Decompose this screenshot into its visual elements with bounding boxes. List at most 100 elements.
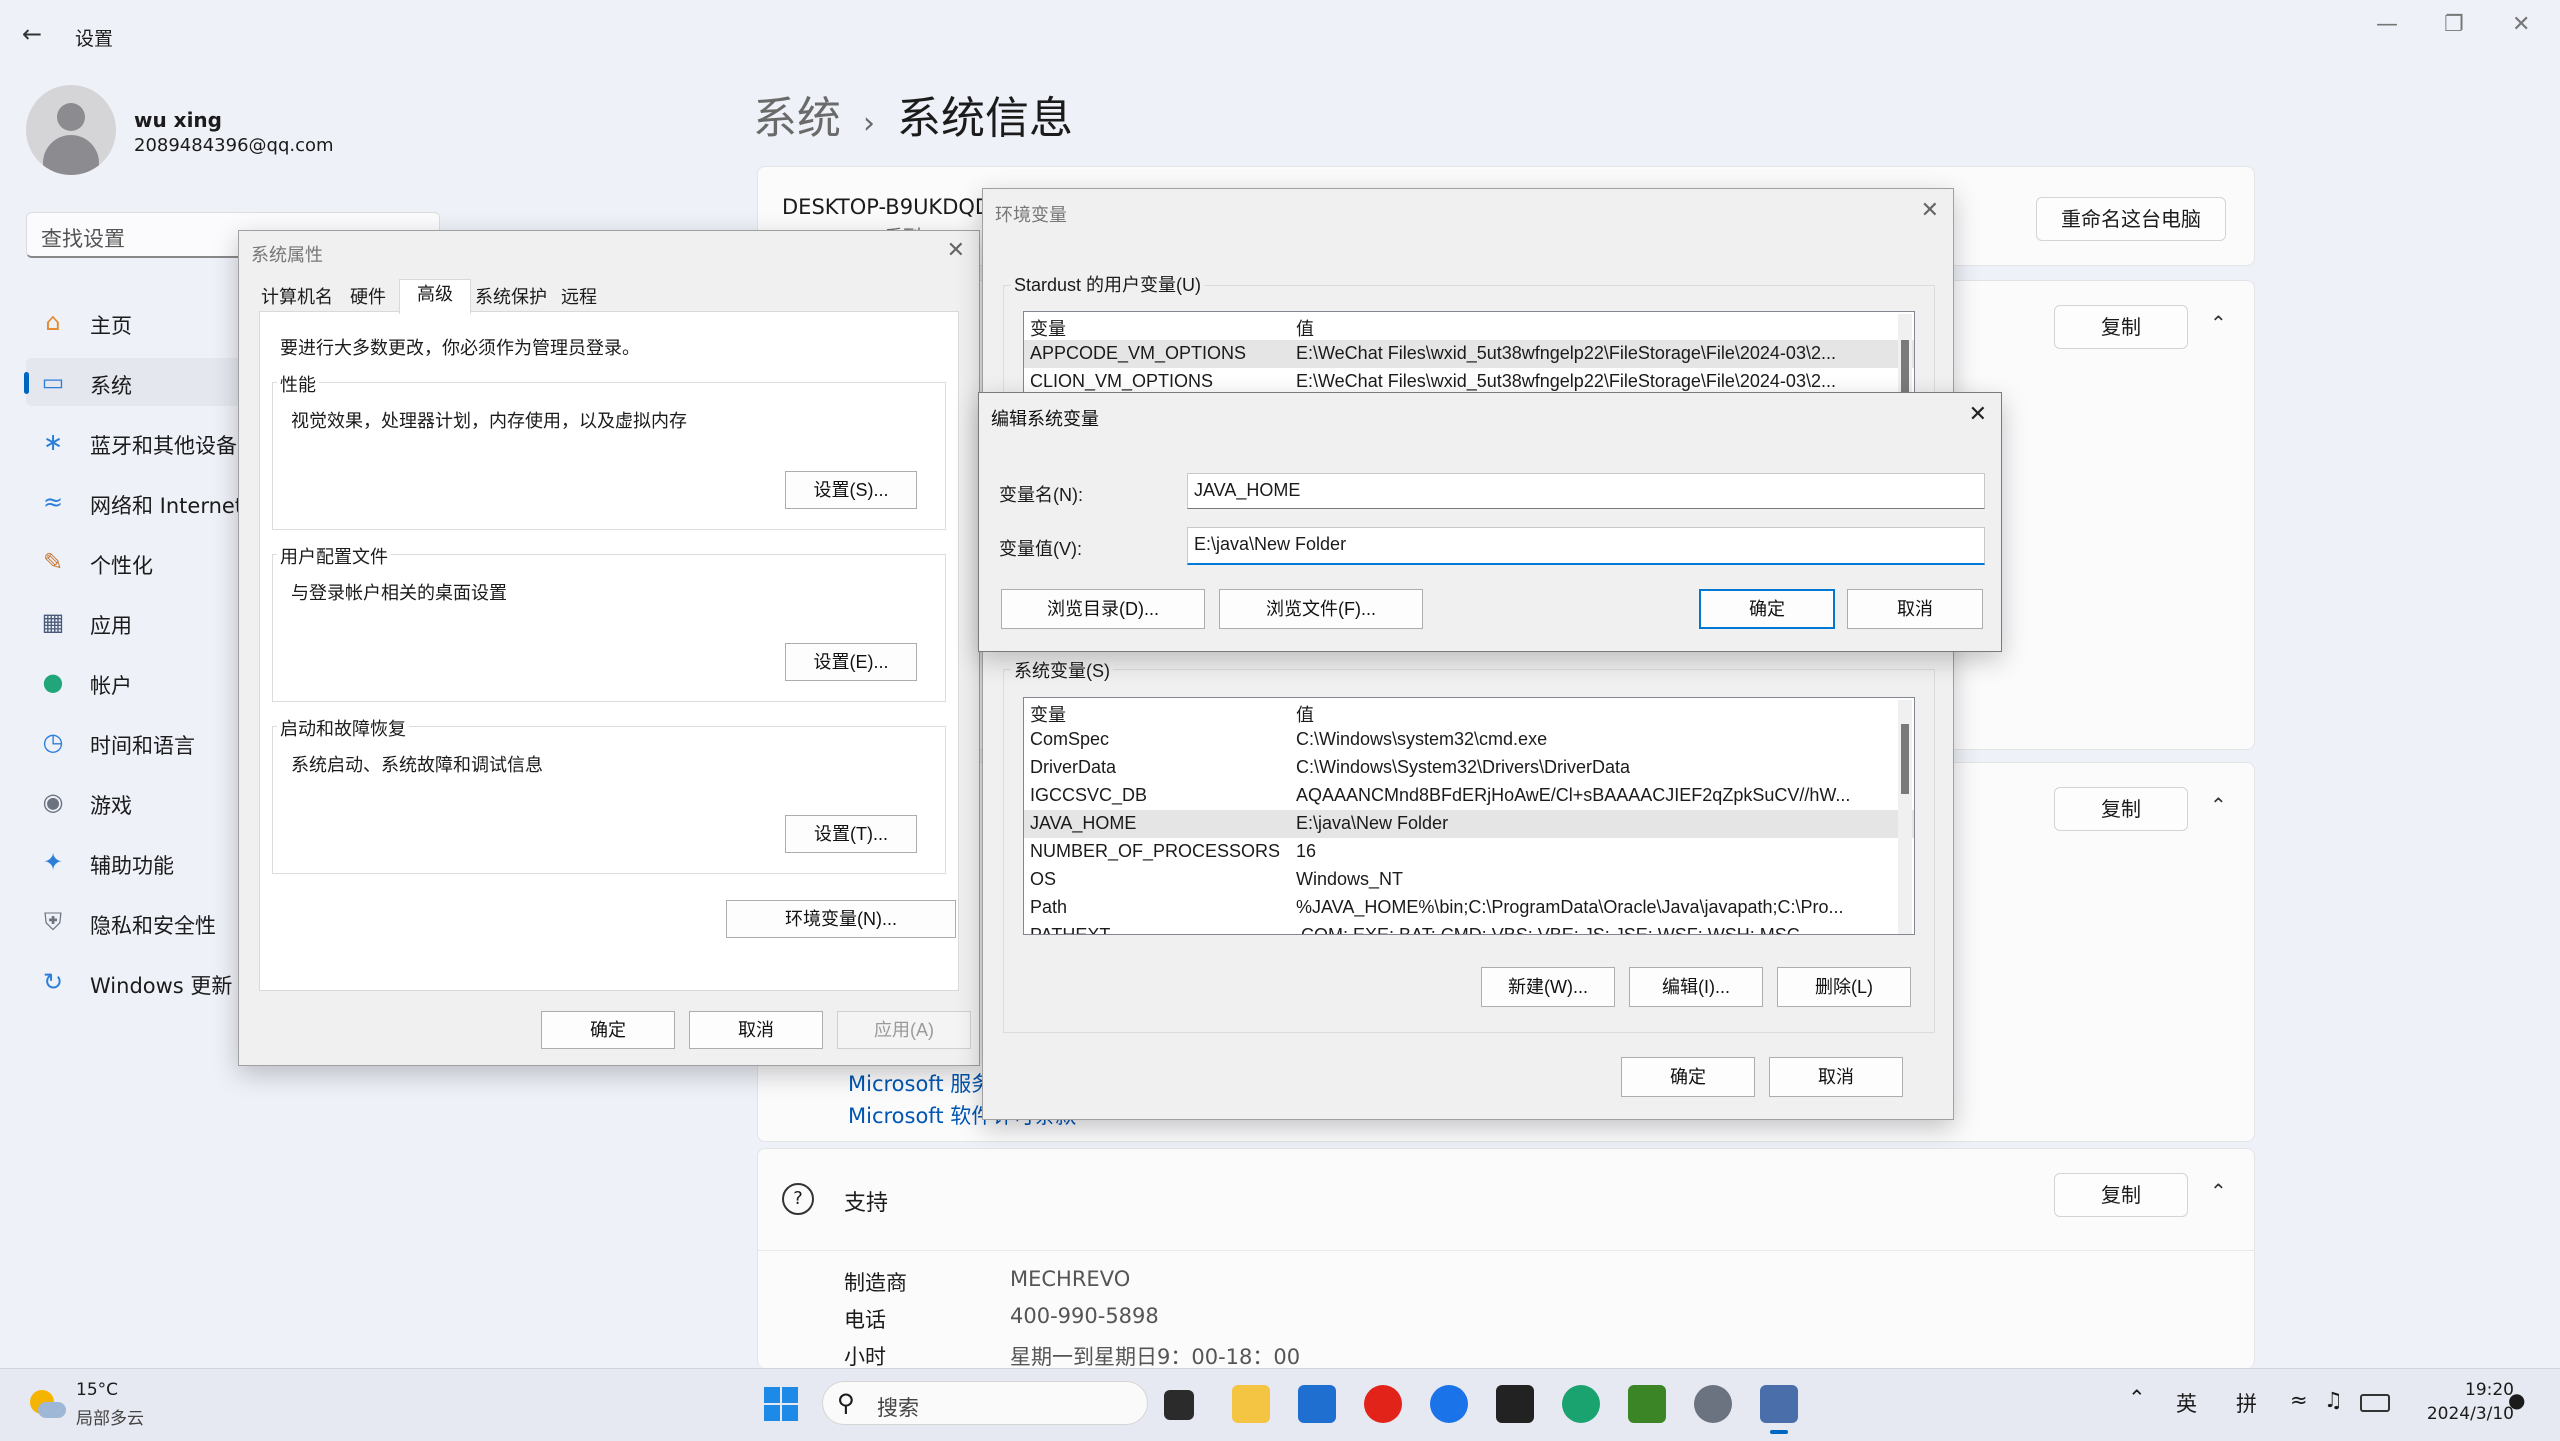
battery-icon[interactable]: [2360, 1394, 2390, 1412]
netease-music-icon[interactable]: [1364, 1385, 1402, 1423]
sidebar-item[interactable]: ↻ Windows 更新: [26, 958, 256, 1006]
tab-0[interactable]: 计算机名: [257, 283, 337, 311]
list-item[interactable]: Path %JAVA_HOME%\bin;C:\ProgramData\Oracl…: [1024, 894, 1914, 922]
list-item[interactable]: PATHEXT .COM;.EXE;.BAT;.CMD;.VBS;.VBE;.JS…: [1024, 922, 1914, 934]
tab-1[interactable]: 硬件: [341, 283, 395, 311]
group-settings-button[interactable]: 设置(S)...: [785, 471, 917, 509]
copy-button[interactable]: 复制: [2054, 305, 2188, 349]
tab-4[interactable]: 远程: [553, 283, 605, 311]
weather-icon[interactable]: [26, 1384, 66, 1424]
copy-button[interactable]: 复制: [2054, 1173, 2188, 1217]
group-settings-button[interactable]: 设置(E)...: [785, 643, 917, 681]
system-properties-dialog: 系统属性 ✕ 计算机名 硬件 高级 系统保护 远程 要进行大多数更改，你必须作为管理员登…: [238, 230, 980, 1066]
col-header-val[interactable]: 值: [1296, 315, 1314, 341]
col-header-var[interactable]: 变量: [1030, 315, 1066, 341]
volume-icon[interactable]: ♫: [2324, 1388, 2343, 1412]
edge-icon[interactable]: [1562, 1385, 1600, 1423]
sidebar-item[interactable]: ▭ 系统: [24, 358, 256, 406]
close-icon[interactable]: ✕: [947, 237, 965, 263]
store-icon[interactable]: [1298, 1385, 1336, 1423]
media-player-icon[interactable]: [1496, 1385, 1534, 1423]
group-title: 用户配置文件: [277, 543, 391, 569]
edit-var-button[interactable]: 编辑(I)...: [1629, 967, 1763, 1007]
ime-mode[interactable]: 拼: [2236, 1388, 2257, 1418]
feishu-icon[interactable]: [1430, 1385, 1468, 1423]
sidebar-item[interactable]: ∗ 蓝牙和其他设备: [26, 418, 256, 466]
file-explorer-icon[interactable]: [1232, 1385, 1270, 1423]
system-properties-icon[interactable]: [1760, 1385, 1798, 1423]
sidebar-item[interactable]: ▦ 应用: [26, 598, 256, 646]
sidebar-item[interactable]: ⛨ 隐私和安全性: [26, 898, 256, 946]
col-header-var[interactable]: 变量: [1030, 701, 1066, 727]
var-name: ComSpec: [1030, 729, 1110, 749]
var-name: APPCODE_VM_OPTIONS: [1030, 343, 1247, 363]
list-item[interactable]: IGCCSVC_DB AQAAANCMnd8BFdERjHoAwE/Cl+sBAA…: [1024, 782, 1914, 810]
clock-globe-icon: ◷: [42, 728, 64, 756]
sidebar-item[interactable]: ⌂ 主页: [26, 298, 256, 346]
sidebar-item[interactable]: ◷ 时间和语言: [26, 718, 256, 766]
chevron-up-icon[interactable]: ⌃: [2210, 311, 2227, 335]
close-icon[interactable]: ✕: [1969, 401, 1987, 427]
list-item[interactable]: NUMBER_OF_PROCESSORS 16: [1024, 838, 1914, 866]
close-icon[interactable]: ✕: [1921, 197, 1939, 223]
list-item[interactable]: ComSpec C:\Windows\system32\cmd.exe: [1024, 726, 1914, 754]
chevron-up-icon[interactable]: ⌃: [2210, 1179, 2227, 1203]
breadcrumb-parent[interactable]: 系统: [753, 93, 841, 144]
env-vars-button[interactable]: 环境变量(N)...: [726, 900, 956, 938]
task-view-icon[interactable]: [1164, 1390, 1194, 1420]
taskbar-search[interactable]: ⚲ 搜索: [822, 1381, 1148, 1425]
rename-pc-button[interactable]: 重命名这台电脑: [2036, 197, 2226, 241]
delete-var-button[interactable]: 删除(L): [1777, 967, 1911, 1007]
user-name: wu xing: [134, 108, 222, 132]
tab-3[interactable]: 系统保护: [473, 283, 549, 311]
var-value-field[interactable]: E:\java\New Folder: [1187, 527, 1985, 565]
browse-file-button[interactable]: 浏览文件(F)...: [1219, 589, 1423, 629]
user-vars-list[interactable]: 变量 值 APPCODE_VM_OPTIONS E:\WeChat Files\wx…: [1023, 311, 1915, 405]
browse-dir-button[interactable]: 浏览目录(D)...: [1001, 589, 1205, 629]
sidebar-item-label: Windows 更新: [90, 974, 233, 998]
back-arrow-icon[interactable]: ←: [22, 20, 42, 48]
new-var-button[interactable]: 新建(W)...: [1481, 967, 1615, 1007]
apply-button[interactable]: 应用(A): [837, 1011, 971, 1049]
ok-button[interactable]: 确定: [1621, 1057, 1755, 1097]
list-item[interactable]: APPCODE_VM_OPTIONS E:\WeChat Files\wxid_5…: [1024, 340, 1914, 368]
cancel-button[interactable]: 取消: [1847, 589, 1983, 629]
minecraft-icon[interactable]: [1628, 1385, 1666, 1423]
tab-2[interactable]: 高级: [399, 279, 471, 314]
scrollbar[interactable]: [1898, 700, 1912, 934]
dialog-title: 系统属性: [251, 245, 323, 265]
restore-icon[interactable]: ❐: [2444, 12, 2464, 37]
system-icon: ▭: [41, 368, 65, 396]
chevron-up-icon[interactable]: ⌃: [2210, 793, 2227, 817]
clock-date[interactable]: 2024/3/10: [2408, 1404, 2514, 1424]
minimize-icon[interactable]: —: [2376, 12, 2398, 37]
system-vars-list[interactable]: 变量 值 ComSpec C:\Windows\system32\cmd.exe Dr…: [1023, 697, 1915, 935]
scrollbar[interactable]: [1898, 314, 1912, 404]
close-icon[interactable]: ✕: [2512, 12, 2530, 37]
sidebar-item[interactable]: ● 帐户: [26, 658, 256, 706]
cancel-button[interactable]: 取消: [689, 1011, 823, 1049]
list-item[interactable]: JAVA_HOME E:\java\New Folder: [1024, 810, 1914, 838]
sidebar-item[interactable]: ◉ 游戏: [26, 778, 256, 826]
cancel-button[interactable]: 取消: [1769, 1057, 1903, 1097]
list-item[interactable]: DriverData C:\Windows\System32\Drivers\Dr…: [1024, 754, 1914, 782]
group-settings-button[interactable]: 设置(T)...: [785, 815, 917, 853]
sidebar-item[interactable]: ≈ 网络和 Internet: [26, 478, 256, 526]
ime-language[interactable]: 英: [2176, 1388, 2197, 1418]
sidebar-item[interactable]: ✎ 个性化: [26, 538, 256, 586]
settings-gear-icon[interactable]: [1694, 1385, 1732, 1423]
support-value: 400-990-5898: [1010, 1304, 1159, 1328]
notification-bell-icon[interactable]: ●: [2508, 1388, 2525, 1412]
avatar[interactable]: [26, 85, 116, 175]
chevron-up-icon[interactable]: ⌃: [2128, 1386, 2146, 1410]
sidebar-item[interactable]: ✦ 辅助功能: [26, 838, 256, 886]
ok-button[interactable]: 确定: [541, 1011, 675, 1049]
col-header-val[interactable]: 值: [1296, 701, 1314, 727]
var-name-field[interactable]: JAVA_HOME: [1187, 473, 1985, 509]
ok-button[interactable]: 确定: [1699, 589, 1835, 629]
wifi-icon[interactable]: ≈: [2290, 1388, 2308, 1412]
copy-button[interactable]: 复制: [2054, 787, 2188, 831]
list-item[interactable]: OS Windows_NT: [1024, 866, 1914, 894]
start-icon[interactable]: [762, 1385, 800, 1423]
clock-time[interactable]: 19:20: [2420, 1380, 2514, 1400]
